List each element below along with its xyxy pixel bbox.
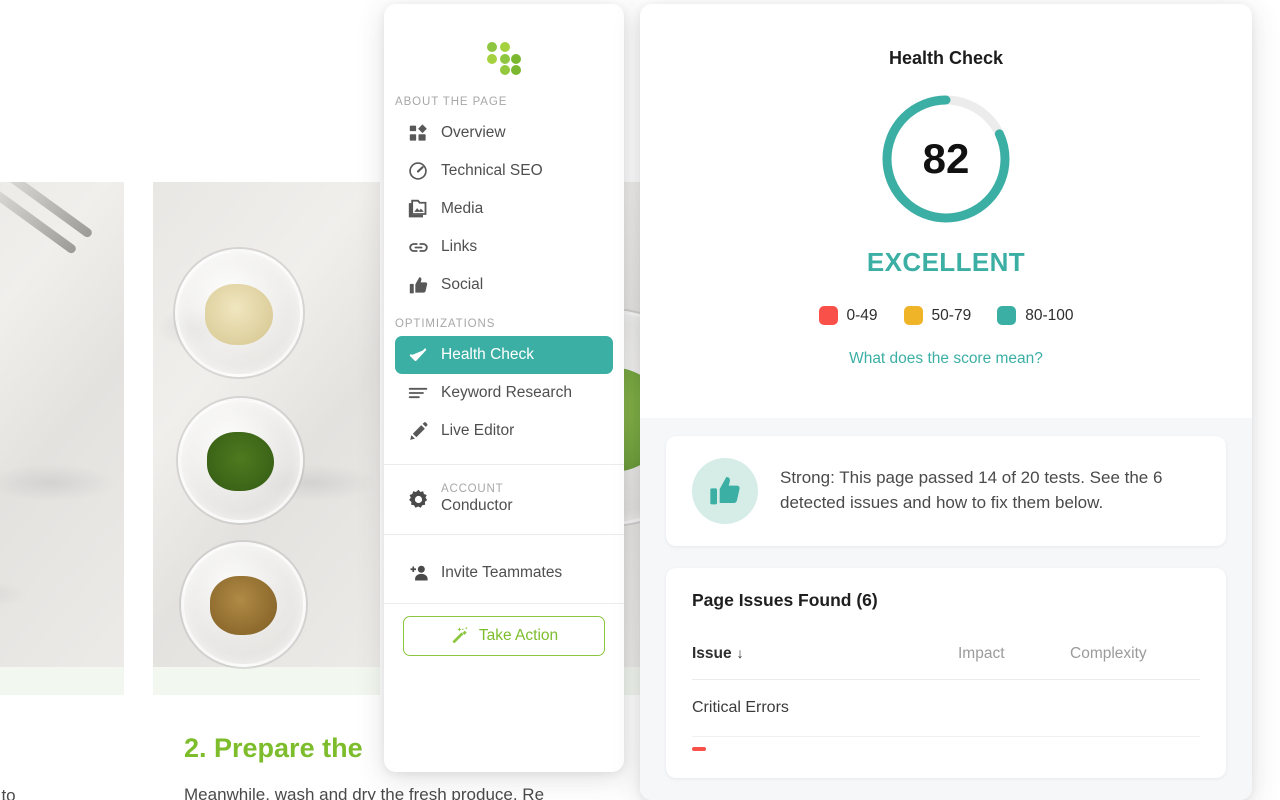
health-score-value: 82 bbox=[922, 135, 970, 182]
sidebar-item-label: Keyword Research bbox=[441, 384, 572, 401]
link-icon bbox=[407, 236, 429, 258]
logo-container bbox=[384, 4, 624, 90]
sidebar-item-label: Overview bbox=[441, 124, 506, 141]
legend-label: 80-100 bbox=[1025, 306, 1074, 324]
sidebar-item-label: Live Editor bbox=[441, 422, 515, 439]
conductor-dot-logo[interactable] bbox=[487, 42, 521, 76]
page-title: Health Check bbox=[888, 48, 1004, 68]
sidebar-item-keyword-research[interactable]: Keyword Research bbox=[395, 374, 613, 412]
magic-wand-icon bbox=[450, 626, 469, 645]
legend-label: 0-49 bbox=[846, 306, 878, 324]
image-stack-icon bbox=[407, 198, 429, 220]
recipe-left-text: t to bbox=[0, 786, 16, 800]
column-header-complexity[interactable]: Complexity bbox=[1070, 645, 1200, 680]
sidebar-item-social[interactable]: Social bbox=[395, 266, 613, 304]
dashboard-icon bbox=[407, 122, 429, 144]
legend-swatch-yellow bbox=[903, 306, 923, 325]
legend-swatch-red bbox=[818, 306, 838, 325]
issue-impact-value bbox=[958, 679, 1070, 737]
issues-table-head: Issue ↓ Impact Complexity bbox=[692, 645, 1200, 680]
error-icon bbox=[692, 747, 706, 751]
issues-table: Issue ↓ Impact Complexity Critical Errors bbox=[692, 645, 1200, 737]
health-score-verdict: EXCELLENT bbox=[866, 247, 1026, 277]
recipe-photo-tongs bbox=[0, 182, 124, 667]
score-gauge-wrap: 82 bbox=[640, 93, 1252, 225]
recipe-photo-card-2 bbox=[153, 182, 380, 695]
sidebar-divider-2 bbox=[384, 533, 624, 535]
invite-teammates-label: Invite Teammates bbox=[441, 563, 563, 581]
sidebar-divider-1 bbox=[384, 464, 624, 465]
account-name: Conductor bbox=[441, 497, 513, 515]
sidebar-item-label: Technical SEO bbox=[441, 162, 543, 179]
table-row[interactable] bbox=[692, 737, 1200, 751]
nav-section-label-optimizations: OPTIMIZATIONS bbox=[395, 318, 496, 330]
sidebar-item-label: Health Check bbox=[441, 346, 535, 363]
sidebar-item-invite-teammates[interactable]: Invite Teammates bbox=[384, 543, 624, 603]
account-text-block: ACCOUNT Conductor bbox=[441, 483, 513, 516]
summary-card: Strong: This page passed 14 of 20 tests.… bbox=[666, 436, 1226, 546]
issue-group-label: Critical Errors bbox=[692, 679, 958, 737]
sidebar-item-account[interactable]: ACCOUNT Conductor bbox=[384, 473, 624, 526]
sidebar-item-links[interactable]: Links bbox=[395, 228, 613, 266]
health-check-panel: Health Check 82 EXCELLENT 0-49 50-79 80-… bbox=[640, 4, 1252, 800]
sort-descending-icon[interactable]: ↓ bbox=[737, 645, 744, 661]
account-kicker: ACCOUNT bbox=[441, 483, 504, 495]
recipe-photo-card-1 bbox=[0, 182, 124, 695]
take-action-wrap: Take Action bbox=[384, 604, 624, 656]
sidebar-item-overview[interactable]: Overview bbox=[395, 114, 613, 152]
issues-table-header-row: Issue ↓ Impact Complexity bbox=[692, 645, 1200, 680]
sidebar-item-label: Links bbox=[441, 238, 478, 255]
legend-swatch-teal bbox=[997, 306, 1017, 325]
nav-list-about: Overview Technical SEO Media Links Socia… bbox=[384, 114, 624, 304]
page-issues-card: Page Issues Found (6) Issue ↓ Impact Comp… bbox=[666, 568, 1226, 778]
column-header-issue-label: Issue bbox=[692, 645, 732, 662]
sidebar-item-health-check[interactable]: Health Check bbox=[395, 336, 613, 374]
take-action-label: Take Action bbox=[478, 626, 559, 644]
list-lines-icon bbox=[407, 382, 429, 404]
nav-section-label-about: ABOUT THE PAGE bbox=[395, 96, 508, 108]
recipe-step-title: 2. Prepare the bbox=[184, 733, 363, 763]
sidebar-item-label: Social bbox=[441, 276, 484, 293]
pencil-icon bbox=[407, 420, 429, 442]
take-action-button[interactable]: Take Action bbox=[403, 615, 605, 656]
recipe-step-body: Meanwhile, wash and dry the fresh produc… bbox=[184, 785, 545, 800]
app-sidebar-panel: ABOUT THE PAGE Overview Technical SEO Me… bbox=[384, 4, 624, 772]
score-legend: 0-49 50-79 80-100 bbox=[640, 306, 1252, 325]
summary-text: Strong: This page passed 14 of 20 tests.… bbox=[780, 468, 1163, 512]
sidebar-item-label: Media bbox=[441, 200, 484, 217]
legend-item-high: 80-100 bbox=[997, 306, 1073, 325]
issues-table-body: Critical Errors bbox=[692, 679, 1200, 737]
what-does-the-score-mean-link[interactable]: What does the score mean? bbox=[640, 350, 1252, 368]
issue-complexity-value bbox=[1070, 679, 1200, 737]
sidebar-item-media[interactable]: Media bbox=[395, 190, 613, 228]
gear-icon bbox=[407, 488, 429, 510]
sidebar-item-technical-seo[interactable]: Technical SEO bbox=[395, 152, 613, 190]
issues-title: Page Issues Found (6) bbox=[692, 590, 878, 610]
issues-section: Strong: This page passed 14 of 20 tests.… bbox=[640, 418, 1252, 800]
health-score-gauge: 82 bbox=[880, 93, 1012, 225]
legend-label: 50-79 bbox=[931, 306, 972, 324]
check-icon bbox=[407, 344, 429, 366]
legend-item-mid: 50-79 bbox=[903, 306, 972, 325]
add-person-icon bbox=[407, 562, 429, 584]
sidebar-item-live-editor[interactable]: Live Editor bbox=[395, 412, 613, 450]
table-row[interactable]: Critical Errors bbox=[692, 679, 1200, 737]
thumbs-up-icon bbox=[407, 274, 429, 296]
nav-list-optimizations: Health Check Keyword Research Live Edito… bbox=[384, 336, 624, 450]
thumbs-up-icon bbox=[692, 458, 758, 524]
recipe-photo-prep-bowls bbox=[153, 182, 380, 667]
legend-item-low: 0-49 bbox=[818, 306, 878, 325]
column-header-impact[interactable]: Impact bbox=[958, 645, 1070, 680]
column-header-issue[interactable]: Issue ↓ bbox=[692, 645, 958, 680]
gauge-icon bbox=[407, 160, 429, 182]
